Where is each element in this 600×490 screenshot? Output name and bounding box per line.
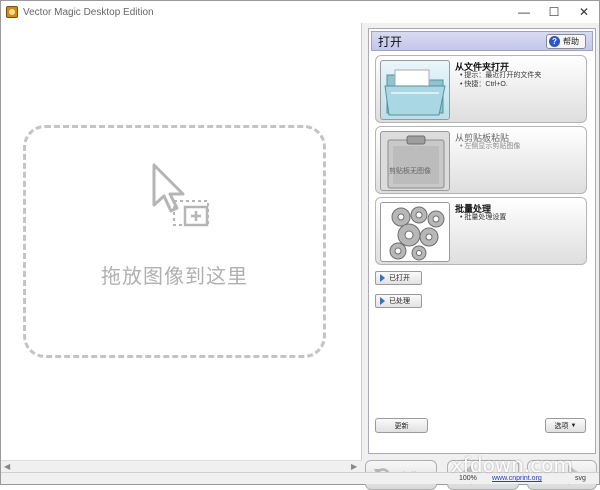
panel-title: 打开	[378, 34, 403, 49]
batch-processing-card[interactable]: 批量处理 批量处理设置	[375, 197, 587, 265]
drop-zone-label: 拖放图像到这里	[101, 266, 248, 288]
output-format: svg	[575, 475, 586, 482]
card-hint: 批量处理设置	[460, 213, 506, 222]
options-label: 选项	[554, 422, 569, 430]
drop-zone[interactable]: 拖放图像到这里	[23, 125, 326, 358]
update-label: 更新	[394, 422, 409, 430]
opened-label: 已打开	[389, 275, 410, 282]
watermark: xfdown.com	[451, 453, 573, 477]
card-hint: 提示：最近打开的文件夹	[460, 71, 541, 80]
expand-arrow-icon	[380, 274, 385, 282]
window-title: Vector Magic Desktop Edition	[23, 6, 154, 18]
close-button[interactable]: ✕	[569, 1, 599, 23]
help-label: 帮助	[563, 36, 579, 46]
horizontal-scrollbar[interactable]: ◀ ▶	[1, 460, 362, 472]
card-shortcut: 快捷：Ctrl+O.	[460, 80, 541, 89]
title-bar: Vector Magic Desktop Edition — ☐ ✕	[1, 1, 599, 23]
maximize-button[interactable]: ☐	[539, 1, 569, 23]
card-hint: 左侧显示剪贴图像	[460, 142, 520, 151]
help-icon: ?	[549, 35, 560, 47]
right-panel: 打开 ? 帮助 从文件夹打开 提示：最近打	[365, 23, 599, 490]
clipboard-icon: 剪贴板无图像	[380, 131, 450, 191]
open-panel: 打开 ? 帮助 从文件夹打开 提示：最近打	[368, 28, 596, 454]
clipboard-empty-text: 剪贴板无图像	[389, 168, 431, 175]
dropdown-arrow-icon: ▼	[570, 422, 577, 429]
folder-icon	[380, 60, 450, 120]
opened-files-button[interactable]: 已打开	[375, 271, 422, 285]
paste-from-clipboard-card[interactable]: 剪贴板无图像 从剪贴板粘贴 左侧显示剪贴图像	[375, 126, 587, 194]
minimize-button[interactable]: —	[509, 1, 539, 23]
app-window: Vector Magic Desktop Edition — ☐ ✕ 拖放图像到…	[0, 0, 600, 490]
drag-drop-icon	[152, 163, 209, 227]
update-button[interactable]: 更新	[375, 418, 428, 433]
gears-icon	[380, 202, 450, 262]
options-button[interactable]: 选项 ▼	[545, 418, 586, 433]
help-button[interactable]: ? 帮助	[546, 33, 586, 49]
open-from-folder-card[interactable]: 从文件夹打开 提示：最近打开的文件夹 快捷：Ctrl+O.	[375, 55, 587, 123]
app-logo-icon	[6, 6, 18, 18]
expand-arrow-icon	[380, 297, 385, 305]
image-canvas[interactable]: 拖放图像到这里	[1, 23, 362, 460]
panel-header: 打开 ? 帮助	[371, 31, 593, 51]
processed-label: 已处理	[389, 298, 410, 305]
scroll-right-icon[interactable]: ▶	[351, 462, 357, 471]
processed-files-button[interactable]: 已处理	[375, 294, 422, 308]
scroll-left-icon[interactable]: ◀	[4, 462, 10, 471]
